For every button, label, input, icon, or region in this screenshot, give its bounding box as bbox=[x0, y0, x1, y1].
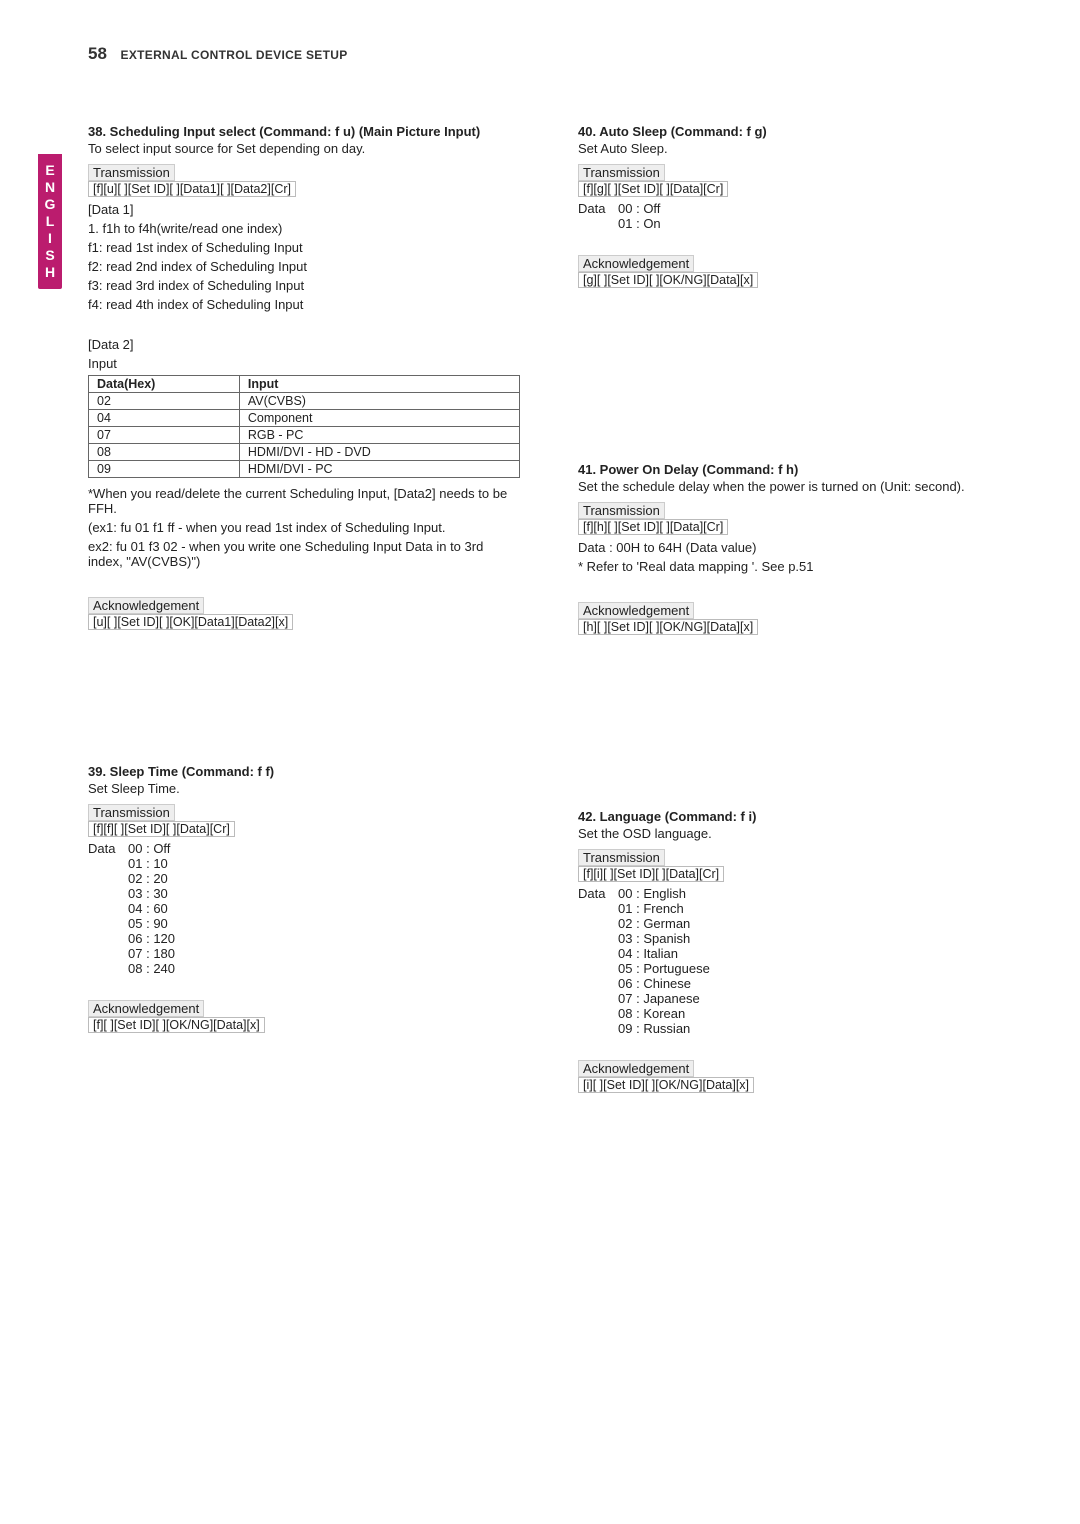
acknowledgement-label: Acknowledgement bbox=[578, 255, 694, 272]
language-side-tab: ENGLISH bbox=[38, 154, 62, 289]
command-desc: Set the schedule delay when the power is… bbox=[578, 479, 1010, 494]
command-head: 40. Auto Sleep (Command: f g) bbox=[602, 124, 1010, 139]
page-title: EXTERNAL CONTROL DEVICE SETUP bbox=[121, 48, 348, 62]
note-line: ex2: fu 01 f3 02 - when you write one Sc… bbox=[88, 539, 520, 569]
command-head: 39. Sleep Time (Command: f f) bbox=[112, 764, 520, 779]
command-38: 38. Scheduling Input select (Command: f … bbox=[60, 124, 520, 634]
ack-format: [h][ ][Set ID][ ][OK/NG][Data][x] bbox=[578, 619, 758, 635]
data1-line: f1: read 1st index of Scheduling Input bbox=[88, 240, 520, 255]
ack-format: [i][ ][Set ID][ ][OK/NG][Data][x] bbox=[578, 1077, 754, 1093]
input-table: Data(Hex) Input 02AV(CVBS) 04Component 0… bbox=[88, 375, 520, 478]
transmission-label: Transmission bbox=[88, 804, 175, 821]
command-desc: Set the OSD language. bbox=[578, 826, 1010, 841]
data-label: Data bbox=[88, 841, 128, 976]
data-item: 09 : Russian bbox=[618, 1021, 710, 1036]
data-item: 00 : Off bbox=[618, 201, 661, 216]
command-42: 42. Language (Command: f i) Set the OSD … bbox=[550, 809, 1010, 1097]
data-item: 03 : 30 bbox=[128, 886, 175, 901]
command-desc: Set Auto Sleep. bbox=[578, 141, 1010, 156]
page-header: 58 EXTERNAL CONTROL DEVICE SETUP bbox=[88, 44, 1010, 64]
data-item: 02 : 20 bbox=[128, 871, 175, 886]
command-desc: Set Sleep Time. bbox=[88, 781, 520, 796]
data-item: 04 : Italian bbox=[618, 946, 710, 961]
data-item: 06 : Chinese bbox=[618, 976, 710, 991]
data-item: 00 : English bbox=[618, 886, 710, 901]
data-item: 01 : On bbox=[618, 216, 661, 231]
ack-format: [f][ ][Set ID][ ][OK/NG][Data][x] bbox=[88, 1017, 265, 1033]
command-41: 41. Power On Delay (Command: f h) Set th… bbox=[550, 462, 1010, 639]
tx-format: [f][i][ ][Set ID][ ][Data][Cr] bbox=[578, 866, 724, 882]
data1-line: f2: read 2nd index of Scheduling Input bbox=[88, 259, 520, 274]
transmission-label: Transmission bbox=[578, 164, 665, 181]
table-row: 04Component bbox=[89, 410, 520, 427]
data-item: 01 : French bbox=[618, 901, 710, 916]
command-desc: To select input source for Set depending… bbox=[88, 141, 520, 156]
command-head: 42. Language (Command: f i) bbox=[602, 809, 1010, 824]
tx-format: [f][g][ ][Set ID][ ][Data][Cr] bbox=[578, 181, 728, 197]
table-header: Data(Hex) bbox=[89, 376, 240, 393]
acknowledgement-label: Acknowledgement bbox=[88, 1000, 204, 1017]
data-label: Data bbox=[578, 201, 618, 231]
tx-format: [f][u][ ][Set ID][ ][Data1][ ][Data2][Cr… bbox=[88, 181, 296, 197]
command-head: 38. Scheduling Input select (Command: f … bbox=[112, 124, 520, 139]
data-line: Data : 00H to 64H (Data value) bbox=[578, 540, 1010, 555]
data2-label: [Data 2] bbox=[88, 337, 520, 352]
note-line: *When you read/delete the current Schedu… bbox=[88, 486, 520, 516]
command-40: 40. Auto Sleep (Command: f g) Set Auto S… bbox=[550, 124, 1010, 292]
data-line: * Refer to 'Real data mapping '. See p.5… bbox=[578, 559, 1010, 574]
data2-sub: Input bbox=[88, 356, 520, 371]
acknowledgement-label: Acknowledgement bbox=[578, 602, 694, 619]
acknowledgement-label: Acknowledgement bbox=[578, 1060, 694, 1077]
table-row: 08HDMI/DVI - HD - DVD bbox=[89, 444, 520, 461]
acknowledgement-label: Acknowledgement bbox=[88, 597, 204, 614]
table-row: 02AV(CVBS) bbox=[89, 393, 520, 410]
data-item: 01 : 10 bbox=[128, 856, 175, 871]
table-row: 07RGB - PC bbox=[89, 427, 520, 444]
data-label: Data bbox=[578, 886, 618, 1036]
data1-line: f3: read 3rd index of Scheduling Input bbox=[88, 278, 520, 293]
table-row: 09HDMI/DVI - PC bbox=[89, 461, 520, 478]
data-item: 07 : Japanese bbox=[618, 991, 710, 1006]
data1-label: [Data 1] bbox=[88, 202, 520, 217]
data-item: 02 : German bbox=[618, 916, 710, 931]
data-item: 05 : Portuguese bbox=[618, 961, 710, 976]
transmission-label: Transmission bbox=[578, 502, 665, 519]
transmission-label: Transmission bbox=[88, 164, 175, 181]
table-header: Input bbox=[239, 376, 519, 393]
data-item: 00 : Off bbox=[128, 841, 175, 856]
data-item: 07 : 180 bbox=[128, 946, 175, 961]
page-number: 58 bbox=[88, 44, 107, 63]
data-item: 08 : Korean bbox=[618, 1006, 710, 1021]
data-item: 08 : 240 bbox=[128, 961, 175, 976]
tx-format: [f][h][ ][Set ID][ ][Data][Cr] bbox=[578, 519, 728, 535]
command-39: 39. Sleep Time (Command: f f) Set Sleep … bbox=[60, 764, 520, 1037]
note-line: (ex1: fu 01 f1 ff - when you read 1st in… bbox=[88, 520, 520, 535]
command-head: 41. Power On Delay (Command: f h) bbox=[602, 462, 1010, 477]
data-item: 05 : 90 bbox=[128, 916, 175, 931]
data1-line: 1. f1h to f4h(write/read one index) bbox=[88, 221, 520, 236]
ack-format: [u][ ][Set ID][ ][OK][Data1][Data2][x] bbox=[88, 614, 293, 630]
data-item: 06 : 120 bbox=[128, 931, 175, 946]
data-item: 03 : Spanish bbox=[618, 931, 710, 946]
transmission-label: Transmission bbox=[578, 849, 665, 866]
data1-line: f4: read 4th index of Scheduling Input bbox=[88, 297, 520, 312]
tx-format: [f][f][ ][Set ID][ ][Data][Cr] bbox=[88, 821, 235, 837]
data-item: 04 : 60 bbox=[128, 901, 175, 916]
ack-format: [g][ ][Set ID][ ][OK/NG][Data][x] bbox=[578, 272, 758, 288]
